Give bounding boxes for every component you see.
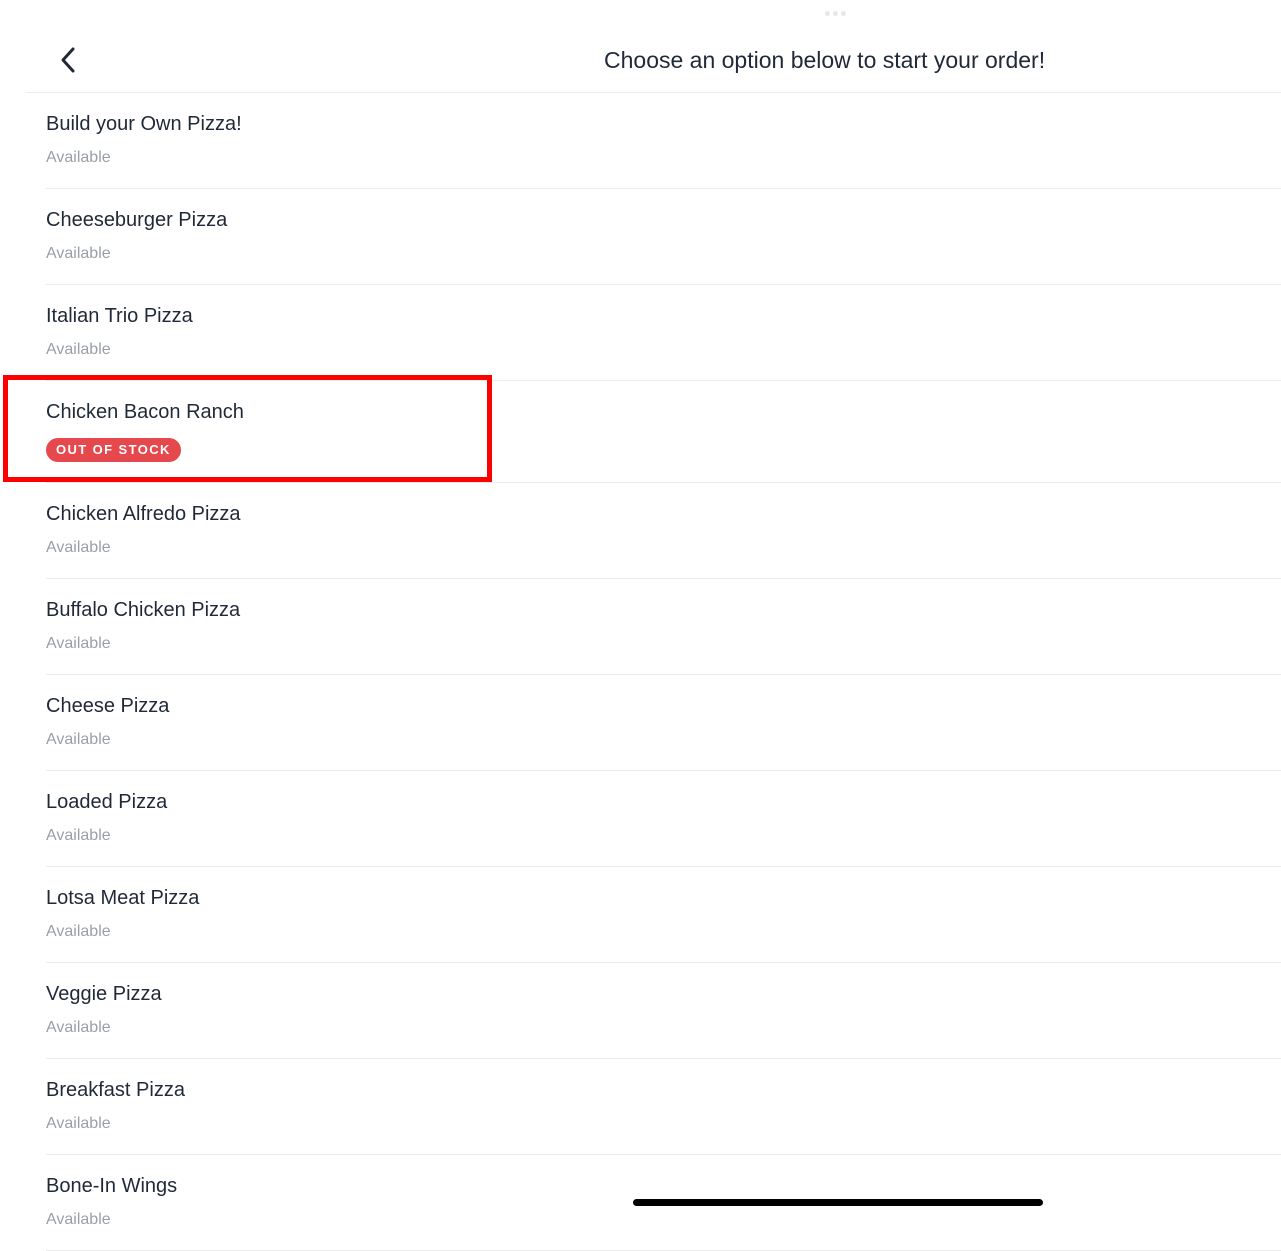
item-status: Available [46,245,111,262]
item-status: Available [46,827,111,844]
list-item[interactable]: Cheese Pizza Available [46,675,1281,771]
list-item-out-of-stock[interactable]: Chicken Bacon Ranch OUT OF STOCK [46,381,1281,483]
item-status: Available [46,1115,111,1132]
item-status: Available [46,731,111,748]
list-item[interactable]: Buffalo Chicken Pizza Available [46,579,1281,675]
item-name: Italian Trio Pizza [46,305,193,327]
item-name: Chicken Alfredo Pizza [46,503,241,525]
item-name: Cheese Pizza [46,695,170,717]
out-of-stock-badge: OUT OF STOCK [46,438,181,462]
list-item[interactable]: Veggie Pizza Available [46,963,1281,1059]
item-status: Available [46,341,111,358]
item-name: Bone-In Wings [46,1175,178,1197]
item-name: Breakfast Pizza [46,1079,185,1101]
chevron-left-icon [61,47,75,73]
list-item[interactable]: Build your Own Pizza! Available [46,93,1281,189]
item-status: Available [46,539,111,556]
item-name: Cheeseburger Pizza [46,209,228,231]
home-indicator[interactable] [633,1199,1043,1206]
list-item[interactable]: Chicken Alfredo Pizza Available [46,483,1281,579]
item-name: Lotsa Meat Pizza [46,887,200,909]
list-item[interactable]: Breakfast Pizza Available [46,1059,1281,1155]
item-status: Available [46,1019,111,1036]
list-item[interactable]: Lotsa Meat Pizza Available [46,867,1281,963]
item-name: Chicken Bacon Ranch [46,401,244,423]
item-name: Loaded Pizza [46,791,168,813]
list-item[interactable]: Italian Trio Pizza Available [46,285,1281,381]
header: Choose an option below to start your ord… [26,0,1281,93]
item-name: Veggie Pizza [46,983,162,1005]
list-item[interactable]: Cheeseburger Pizza Available [46,189,1281,285]
item-name: Build your Own Pizza! [46,113,242,135]
item-name: Buffalo Chicken Pizza [46,599,241,621]
item-status: Available [46,923,111,940]
page-title: Choose an option below to start your ord… [604,47,1046,73]
back-button[interactable] [50,42,86,78]
item-status: Available [46,1211,111,1228]
item-status: Available [46,635,111,652]
list-item[interactable]: Loaded Pizza Available [46,771,1281,867]
menu-list: Build your Own Pizza! Available Cheesebu… [46,93,1281,1251]
item-status: Available [46,149,111,166]
